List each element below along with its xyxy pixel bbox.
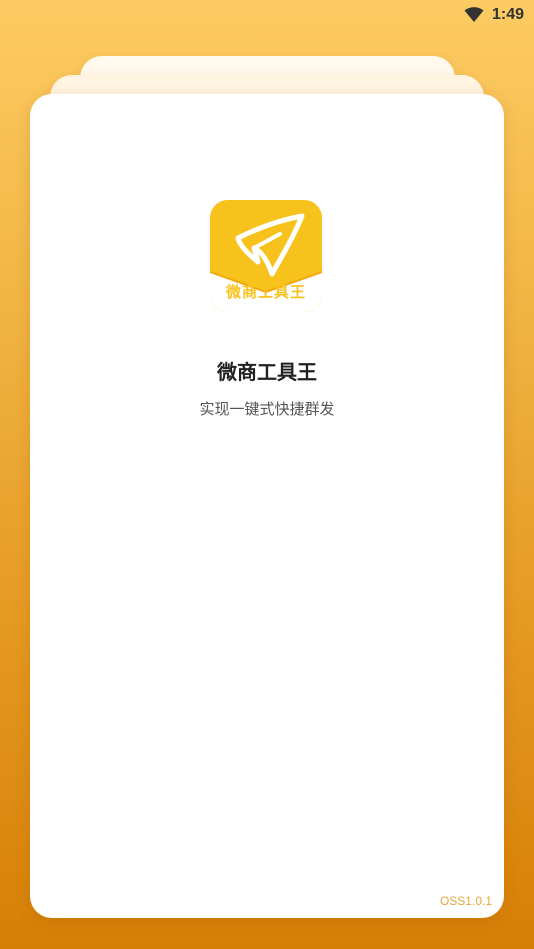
logo-text: 微商工具王 bbox=[225, 283, 306, 301]
app-slogan: 实现一键式快捷群发 bbox=[199, 400, 335, 418]
wifi-icon bbox=[464, 7, 484, 22]
version-label: OSS1.0.1 bbox=[439, 894, 492, 908]
app-logo: 微商工具王 bbox=[210, 200, 322, 312]
app-name: 微商工具王 bbox=[217, 360, 317, 384]
splash-card: 微商工具王 微商工具王 实现一键式快捷群发 OSS1.0.1 bbox=[30, 94, 504, 918]
status-bar: 1:49 bbox=[0, 0, 534, 30]
status-time: 1:49 bbox=[491, 6, 524, 23]
